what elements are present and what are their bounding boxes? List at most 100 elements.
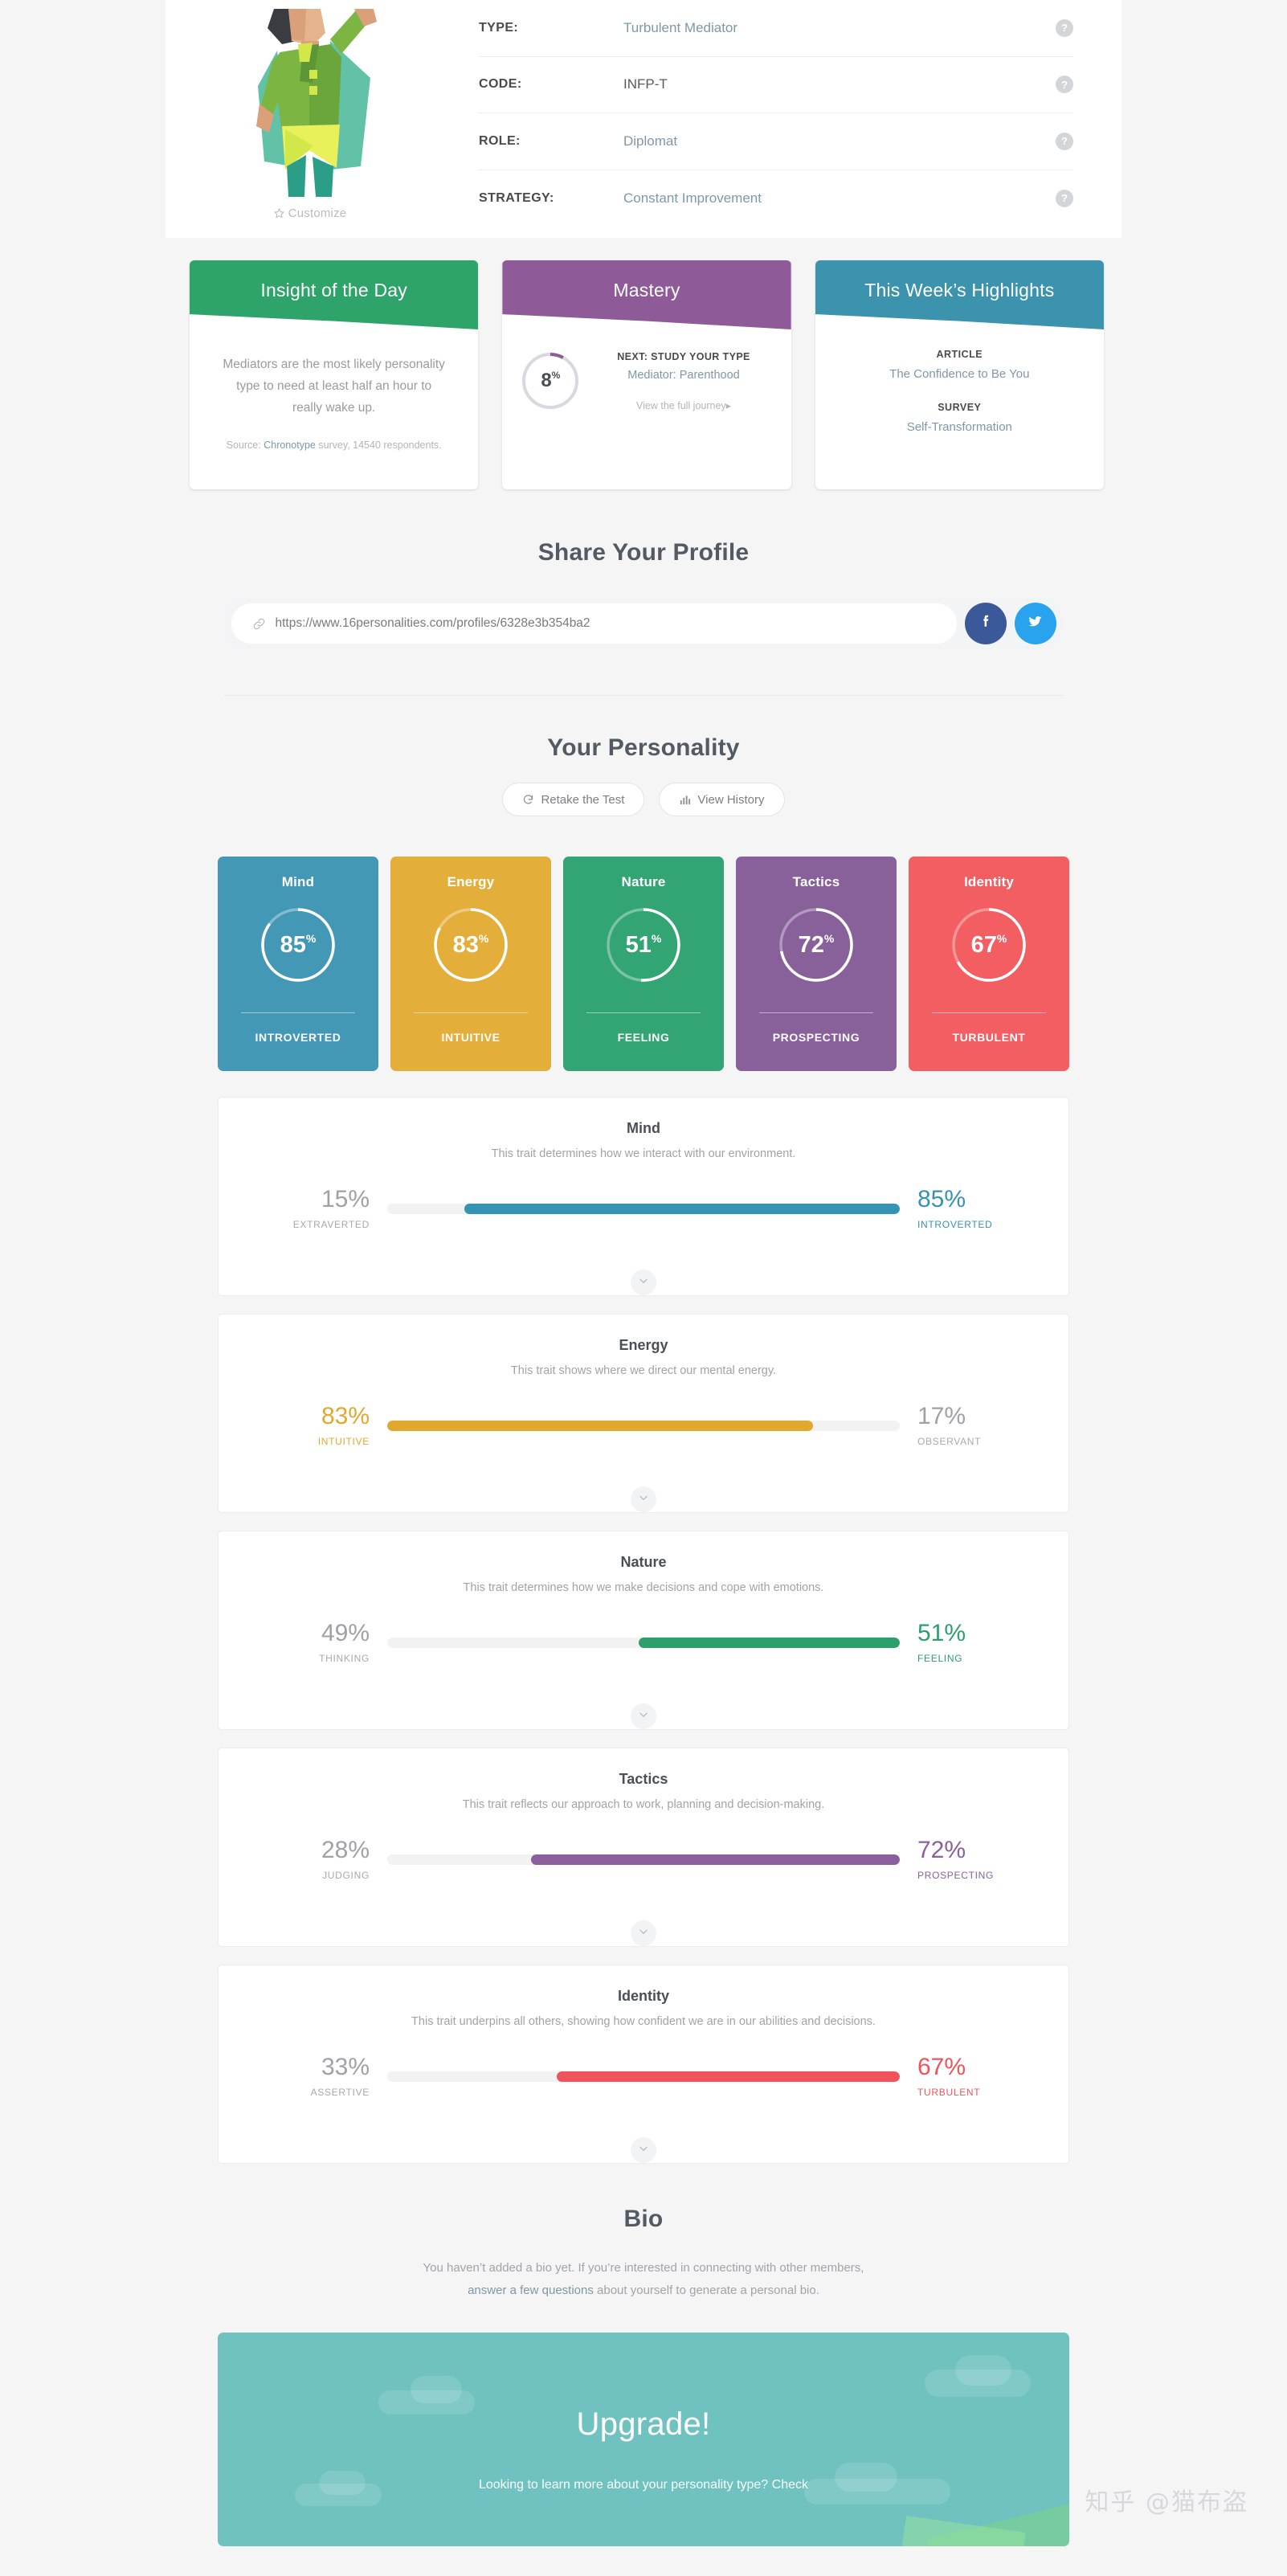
panel-slider: 33% ASSERTIVE 67% TURBULENT: [219, 2055, 1068, 2099]
panel-title: Nature: [620, 1554, 667, 1570]
section-divider: [223, 695, 1064, 696]
panel-expand-button[interactable]: [631, 1486, 656, 1512]
view-history-label: View History: [697, 792, 765, 807]
mastery-percent-value: 8: [541, 370, 552, 391]
highlight-title-article[interactable]: The Confidence to Be You: [835, 367, 1085, 381]
personality-actions: Retake the Test View History: [0, 783, 1287, 816]
info-label: TYPE:: [479, 20, 519, 35]
trait-chip-identity[interactable]: Identity 67% TURBULENT: [909, 857, 1069, 1071]
panel-expand-button[interactable]: [631, 1703, 656, 1729]
avatar: [235, 9, 385, 198]
panel-right-side: 85% INTROVERTED: [900, 1186, 1019, 1231]
customize-link[interactable]: Customize: [273, 206, 347, 220]
share-bar: https://www.16personalities.com/profiles…: [223, 597, 1064, 650]
info-value-role[interactable]: Diplomat: [623, 133, 1056, 149]
info-row-type: TYPE: Turbulent Mediator ?: [479, 0, 1073, 57]
card-body: Mediators are the most likely personalit…: [190, 329, 478, 451]
trait-fill: [387, 1421, 813, 1431]
trait-chip-tactics[interactable]: Tactics 72% PROSPECTING: [736, 857, 897, 1071]
right-pole-name: INTROVERTED: [917, 1219, 993, 1230]
card-header: Insight of the Day: [190, 260, 479, 329]
panel-description: This trait underpins all others, showing…: [411, 2015, 876, 2028]
info-value-strategy[interactable]: Constant Improvement: [623, 190, 1056, 206]
panel-expand-button[interactable]: [631, 2137, 656, 2163]
trait-fill: [464, 1204, 900, 1214]
trait-track: [387, 2071, 900, 2082]
share-url-input[interactable]: https://www.16personalities.com/profiles…: [231, 603, 957, 644]
chip-percent-value: 51: [625, 931, 652, 958]
mastery-journey-link[interactable]: View the full journey▸: [594, 399, 773, 411]
trait-panel-energy: Energy This trait shows where we direct …: [218, 1314, 1069, 1513]
view-history-button[interactable]: View History: [659, 783, 785, 816]
help-icon[interactable]: ?: [1056, 18, 1073, 37]
panel-title: Mind: [627, 1120, 660, 1136]
star-icon: [273, 207, 284, 219]
trait-chip-energy[interactable]: Energy 83% INTUITIVE: [390, 857, 551, 1071]
journey-label: View the full journey: [636, 399, 726, 411]
panel-description: This trait determines how we interact wi…: [491, 1147, 796, 1160]
panel-expand-button[interactable]: [631, 1270, 656, 1295]
chip-percent-value: 83: [452, 931, 479, 958]
mastery-next-value[interactable]: Mediator: Parenthood: [594, 369, 773, 382]
retake-test-button[interactable]: Retake the Test: [502, 783, 645, 816]
card-header: Mastery: [502, 260, 791, 329]
trait-chip-mind[interactable]: Mind 85% INTROVERTED: [218, 857, 378, 1071]
info-row-role: ROLE: Diplomat ?: [479, 113, 1073, 170]
bio-line-1: You haven’t added a bio yet. If you’re i…: [423, 2261, 864, 2275]
chip-pole-label: INTUITIVE: [441, 1031, 500, 1044]
chip-trait-name: Identity: [963, 874, 1015, 889]
right-percent: 85%: [917, 1186, 966, 1212]
customize-label: Customize: [288, 206, 347, 220]
help-icon[interactable]: ?: [1056, 189, 1073, 207]
trait-chip-nature[interactable]: Nature 51% FEELING: [563, 857, 724, 1071]
trait-fill: [530, 1854, 900, 1865]
source-prefix: Source:: [226, 440, 264, 452]
highlight-kind-article: ARTICLE: [936, 349, 983, 360]
right-pole-name: PROSPECTING: [917, 1870, 995, 1881]
chevron-down-icon: [638, 1926, 649, 1941]
chip-percent: 83%: [431, 905, 511, 985]
panel-title: Tactics: [619, 1771, 668, 1787]
panel-expand-button[interactable]: [631, 1920, 656, 1946]
info-label: CODE:: [479, 77, 522, 92]
chip-progress-ring: 85%: [258, 905, 338, 985]
share-facebook-button[interactable]: [964, 603, 1007, 644]
insight-source: Source: Chronotype survey, 14540 respond…: [209, 440, 459, 451]
card-header: This Week’s Highlights: [815, 260, 1104, 329]
panel-right-side: 72% PROSPECTING: [900, 1837, 1019, 1882]
panel-slider: 28% JUDGING 72% PROSPECTING: [219, 1837, 1068, 1882]
info-value-type[interactable]: Turbulent Mediator: [623, 20, 1056, 36]
source-suffix: survey, 14540 respondents.: [315, 440, 442, 452]
chip-percent: 85%: [258, 905, 338, 985]
help-icon[interactable]: ?: [1056, 76, 1073, 94]
left-percent: 49%: [321, 1620, 370, 1646]
source-link[interactable]: Chronotype: [264, 440, 316, 451]
upgrade-banner[interactable]: Upgrade! Looking to learn more about you…: [218, 2332, 1069, 2546]
chip-progress-ring: 51%: [603, 905, 684, 985]
percent-symbol: %: [651, 931, 662, 945]
left-percent: 15%: [321, 1186, 370, 1212]
chip-trait-name: Mind: [281, 874, 315, 889]
profile-page: Customize TYPE: Turbulent Mediator ? COD…: [0, 0, 1287, 2546]
share-profile-section: Share Your Profile https://www.16persona…: [0, 539, 1287, 650]
panel-left-side: 49% THINKING: [268, 1620, 387, 1665]
right-percent: 72%: [917, 1837, 966, 1863]
bio-questions-link[interactable]: answer a few questions: [468, 2284, 594, 2297]
help-icon[interactable]: ?: [1056, 132, 1073, 150]
refresh-icon: [522, 794, 534, 806]
chip-progress-ring: 83%: [431, 905, 511, 985]
info-row-strategy: STRATEGY: Constant Improvement ?: [479, 170, 1073, 227]
twitter-icon: [1026, 612, 1045, 636]
chip-divider: [759, 1012, 873, 1013]
personality-heading: Your Personality: [547, 734, 740, 761]
mastery-next-label: NEXT: STUDY YOUR TYPE: [617, 350, 750, 362]
share-twitter-button[interactable]: [1014, 603, 1056, 644]
info-label: ROLE:: [479, 133, 521, 148]
highlight-title-survey[interactable]: Self-Transformation: [835, 420, 1085, 434]
profile-info-table: TYPE: Turbulent Mediator ? CODE: INFP-T …: [455, 0, 1122, 227]
panel-left-side: 33% ASSERTIVE: [268, 2055, 387, 2099]
chip-pole-label: FEELING: [617, 1031, 670, 1044]
card-weekly-highlights: This Week’s Highlights ARTICLE The Confi…: [815, 260, 1104, 489]
profile-hero: Customize TYPE: Turbulent Mediator ? COD…: [165, 0, 1122, 238]
right-pole-name: FEELING: [917, 1653, 963, 1664]
